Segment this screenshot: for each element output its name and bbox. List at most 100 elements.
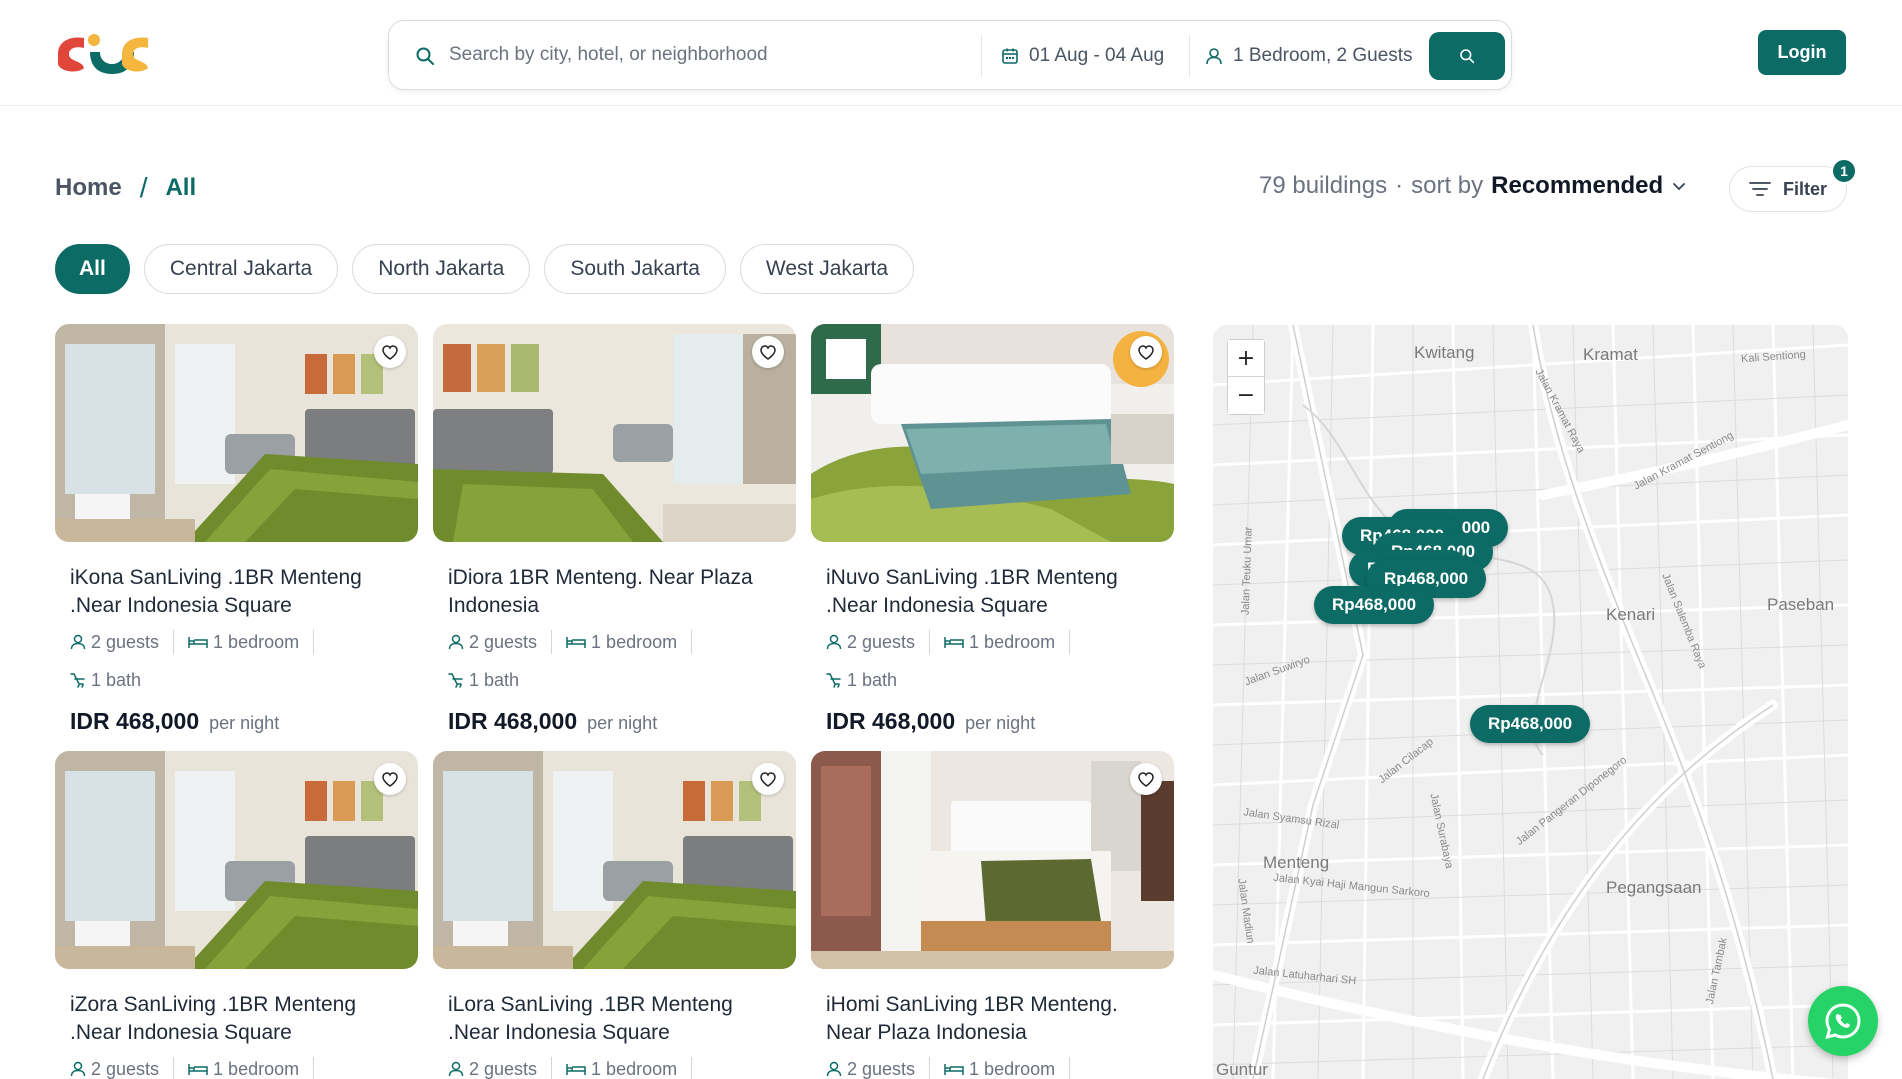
- listing-amenities: 2 guests 1 bedroom: [70, 1057, 418, 1079]
- amenity-guests: 2 guests: [448, 630, 553, 654]
- listing-amenities: 2 guests 1 bedroom: [448, 1057, 796, 1079]
- search-button[interactable]: [1429, 32, 1505, 80]
- chip-all[interactable]: All: [55, 244, 130, 294]
- chip-south-jakarta[interactable]: South Jakarta: [544, 244, 726, 294]
- chip-central-jakarta[interactable]: Central Jakarta: [143, 244, 339, 294]
- map-label: Paseban: [1767, 595, 1835, 614]
- chip-north-jakarta[interactable]: North Jakarta: [352, 244, 531, 294]
- breadcrumb-home[interactable]: Home: [55, 174, 122, 202]
- amenity-bedroom: 1 bedroom: [944, 630, 1071, 654]
- listing-title[interactable]: iKona SanLiving .1BR Menteng .Near Indon…: [70, 564, 410, 620]
- listing-card[interactable]: iLora SanLiving .1BR Menteng .Near Indon…: [433, 751, 796, 1079]
- room-photo: [433, 324, 796, 542]
- amenity-bedroom: 1 bedroom: [566, 630, 693, 654]
- filter-count-badge: 1: [1831, 158, 1857, 184]
- results-sort: 79 buildings · sort by Recommended: [1259, 172, 1687, 200]
- bath-icon: [448, 673, 463, 688]
- filter-button[interactable]: Filter: [1729, 166, 1847, 212]
- whatsapp-chat-button[interactable]: [1808, 986, 1878, 1056]
- amenity-bedroom: 1 bedroom: [188, 630, 315, 654]
- chip-west-jakarta[interactable]: West Jakarta: [739, 244, 915, 294]
- user-icon: [70, 1061, 86, 1077]
- chevron-down-icon[interactable]: [1671, 178, 1687, 194]
- breadcrumb-separator: /: [139, 172, 148, 203]
- listing-photo[interactable]: [55, 751, 418, 969]
- heart-icon: [760, 344, 776, 360]
- amenity-guests: 2 guests: [70, 1057, 175, 1079]
- listing-price-row: IDR 468,000 per night: [448, 708, 796, 735]
- zoom-in-button[interactable]: +: [1228, 340, 1264, 377]
- amenity-bedroom: 1 bedroom: [188, 1057, 315, 1079]
- listing-card[interactable]: iDiora 1BR Menteng. Near Plaza Indonesia…: [433, 324, 796, 735]
- date-range-field[interactable]: 01 Aug - 04 Aug: [1001, 21, 1164, 91]
- user-icon: [448, 1061, 464, 1077]
- favorite-button[interactable]: [752, 763, 784, 795]
- listing-amenities: 2 guests 1 bedroom: [826, 1057, 1174, 1079]
- guest-field[interactable]: 1 Bedroom, 2 Guests: [1205, 21, 1413, 91]
- listing-amenities: 2 guests 1 bedroom 1 bath: [70, 630, 418, 692]
- search-input[interactable]: [449, 35, 949, 75]
- listing-card[interactable]: iNuvo SanLiving .1BR Menteng .Near Indon…: [811, 324, 1174, 735]
- breadcrumb: Home / All: [55, 172, 196, 204]
- heart-icon: [382, 344, 398, 360]
- listing-title[interactable]: iLora SanLiving .1BR Menteng .Near Indon…: [448, 991, 788, 1047]
- listing-photo[interactable]: [55, 324, 418, 542]
- bed-icon: [944, 1064, 964, 1075]
- zoom-out-button[interactable]: −: [1228, 377, 1264, 414]
- favorite-button[interactable]: [1130, 763, 1162, 795]
- search-icon: [1460, 49, 1475, 64]
- brand-logo[interactable]: [54, 32, 152, 74]
- listing-title[interactable]: iZora SanLiving .1BR Menteng .Near Indon…: [70, 991, 410, 1047]
- heart-icon: [1138, 771, 1154, 787]
- amenity-guests: 2 guests: [826, 1057, 931, 1079]
- listing-card[interactable]: iZora SanLiving .1BR Menteng .Near Indon…: [55, 751, 418, 1079]
- listing-price: IDR 468,000: [448, 708, 578, 734]
- amenity-bath: 1 bath: [826, 668, 1160, 692]
- listing-title[interactable]: iNuvo SanLiving .1BR Menteng .Near Indon…: [826, 564, 1166, 620]
- listing-card[interactable]: iKona SanLiving .1BR Menteng .Near Indon…: [55, 324, 418, 735]
- search-divider: [981, 35, 982, 77]
- listing-photo[interactable]: [811, 324, 1174, 542]
- listing-title[interactable]: iHomi SanLiving 1BR Menteng. Near Plaza …: [826, 991, 1166, 1047]
- amenity-bath: 1 bath: [70, 668, 404, 692]
- listing-map[interactable]: + − Kwitang Kramat Kenari Paseban Menten…: [1213, 325, 1848, 1079]
- bed-icon: [566, 637, 586, 648]
- listing-price: IDR 468,000: [826, 708, 956, 734]
- bed-icon: [944, 637, 964, 648]
- listing-photo[interactable]: [433, 324, 796, 542]
- user-icon: [1206, 48, 1222, 65]
- map-label: Kwitang: [1414, 343, 1475, 362]
- map-price-pin[interactable]: Rp468,000: [1470, 705, 1591, 743]
- favorite-button[interactable]: [374, 763, 406, 795]
- results-dot: ·: [1395, 172, 1404, 199]
- login-button[interactable]: Login: [1758, 30, 1846, 75]
- sort-dropdown[interactable]: Recommended: [1491, 172, 1663, 200]
- listing-card[interactable]: iHomi SanLiving 1BR Menteng. Near Plaza …: [811, 751, 1174, 1079]
- room-photo: [811, 324, 1174, 542]
- listing-photo[interactable]: [811, 751, 1174, 969]
- map-price-pin[interactable]: Rp468,000: [1314, 586, 1435, 624]
- top-header: 01 Aug - 04 Aug 1 Bedroom, 2 Guests Logi…: [0, 0, 1902, 106]
- listing-photo[interactable]: [433, 751, 796, 969]
- heart-icon: [382, 771, 398, 787]
- favorite-button[interactable]: [1130, 336, 1162, 368]
- bed-icon: [566, 1064, 586, 1075]
- bed-icon: [188, 637, 208, 648]
- results-count: 79 buildings: [1259, 172, 1388, 199]
- favorite-button[interactable]: [374, 336, 406, 368]
- price-unit: per night: [965, 713, 1036, 733]
- amenity-bath: 1 bath: [448, 668, 782, 692]
- listing-title[interactable]: iDiora 1BR Menteng. Near Plaza Indonesia: [448, 564, 788, 620]
- listing-amenities: 2 guests 1 bedroom 1 bath: [448, 630, 796, 692]
- guest-value: 1 Bedroom, 2 Guests: [1233, 45, 1413, 66]
- user-icon: [826, 634, 842, 650]
- room-photo: [55, 324, 418, 542]
- calendar-icon: [1002, 48, 1018, 64]
- amenity-bedroom: 1 bedroom: [566, 1057, 693, 1079]
- favorite-button[interactable]: [752, 336, 784, 368]
- price-unit: per night: [209, 713, 280, 733]
- whatsapp-icon: [1825, 1003, 1861, 1040]
- breadcrumb-current: All: [165, 174, 197, 201]
- amenity-guests: 2 guests: [826, 630, 931, 654]
- user-icon: [826, 1061, 842, 1077]
